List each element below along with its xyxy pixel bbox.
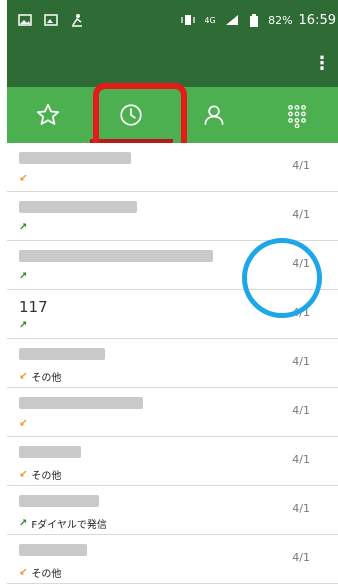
person-icon (204, 105, 224, 125)
status-bar: 4G 82% 16:59 (7, 0, 338, 40)
outgoing-call-icon: ↗ (19, 271, 28, 282)
call-log-row[interactable]: ↙ 4/1 (7, 143, 338, 192)
battery-percent: 82% (268, 13, 293, 27)
call-date: 4/1 (292, 404, 310, 417)
incoming-call-icon: ↙ (19, 418, 28, 429)
image-notification-icon (17, 13, 33, 27)
incoming-call-icon: ↙ (19, 567, 28, 578)
tab-recents[interactable] (89, 87, 173, 143)
call-log-row[interactable]: ↙ その他 4/1 (7, 339, 338, 388)
call-log-row[interactable]: ↙ その他 4/1 (7, 535, 338, 584)
redacted-name (19, 250, 213, 262)
gallery-notification-icon (43, 13, 59, 27)
outgoing-call-icon: ↗ (19, 222, 28, 233)
call-log-row[interactable]: ↗ 4/1 (7, 192, 338, 241)
outgoing-call-icon: ↗ (19, 518, 28, 529)
call-log-row[interactable]: ↗ Fダイヤルで発信 4/1 (7, 486, 338, 535)
redacted-name (19, 201, 137, 213)
call-log-row[interactable]: ↙ その他 4/1 (7, 437, 338, 486)
vibrate-icon (180, 13, 196, 27)
call-note: その他 (31, 373, 62, 384)
call-log-row[interactable]: ↙ 4/1 (7, 388, 338, 437)
incoming-call-icon: ↙ (19, 371, 28, 382)
call-note: その他 (31, 569, 62, 580)
redacted-name (19, 348, 105, 360)
redacted-name (19, 544, 87, 556)
redacted-name (19, 397, 143, 409)
battery-icon (246, 13, 262, 27)
call-date: 4/1 (292, 502, 310, 515)
tab-favorites[interactable] (7, 87, 90, 143)
redacted-name (19, 446, 81, 458)
network-type-icon: 4G (204, 15, 216, 25)
call-date: 4/1 (292, 306, 310, 319)
clock-icon (120, 104, 142, 126)
tab-dialpad[interactable] (255, 87, 338, 143)
call-note: その他 (31, 471, 62, 482)
signal-icon (224, 13, 240, 27)
call-date: 4/1 (292, 355, 310, 368)
outgoing-call-icon: ↗ (19, 320, 28, 331)
phone-screen: 4G 82% 16:59 ⋮ ↙ 4/1 ↗ 4/1 ↗ 4/1 117 ↗ 4… (0, 0, 338, 584)
star-icon (37, 103, 60, 125)
call-date: 4/1 (292, 159, 310, 172)
app-notification-icon (69, 13, 85, 27)
incoming-call-icon: ↙ (19, 469, 28, 480)
call-log-row[interactable]: ↗ 4/1 (7, 241, 338, 290)
call-date: 4/1 (292, 208, 310, 221)
call-date: 4/1 (292, 257, 310, 270)
dialpad-icon (287, 105, 306, 128)
redacted-name (19, 495, 99, 507)
clock-time: 16:59 (298, 12, 336, 28)
call-note: Fダイヤルで発信 (31, 520, 107, 531)
call-date: 4/1 (292, 453, 310, 466)
call-date: 4/1 (292, 551, 310, 564)
tab-bar (7, 87, 338, 143)
tab-contacts[interactable] (173, 87, 256, 143)
contact-name: 117 (19, 298, 48, 316)
incoming-call-icon: ↙ (19, 173, 28, 184)
overflow-menu-button[interactable]: ⋮ (310, 50, 334, 78)
call-log-row[interactable]: 117 ↗ 4/1 (7, 290, 338, 339)
call-log-list[interactable]: ↙ 4/1 ↗ 4/1 ↗ 4/1 117 ↗ 4/1 ↙ その他 4/1 ↙ 4… (7, 143, 338, 584)
app-toolbar: ⋮ (7, 40, 338, 87)
redacted-name (19, 152, 131, 164)
